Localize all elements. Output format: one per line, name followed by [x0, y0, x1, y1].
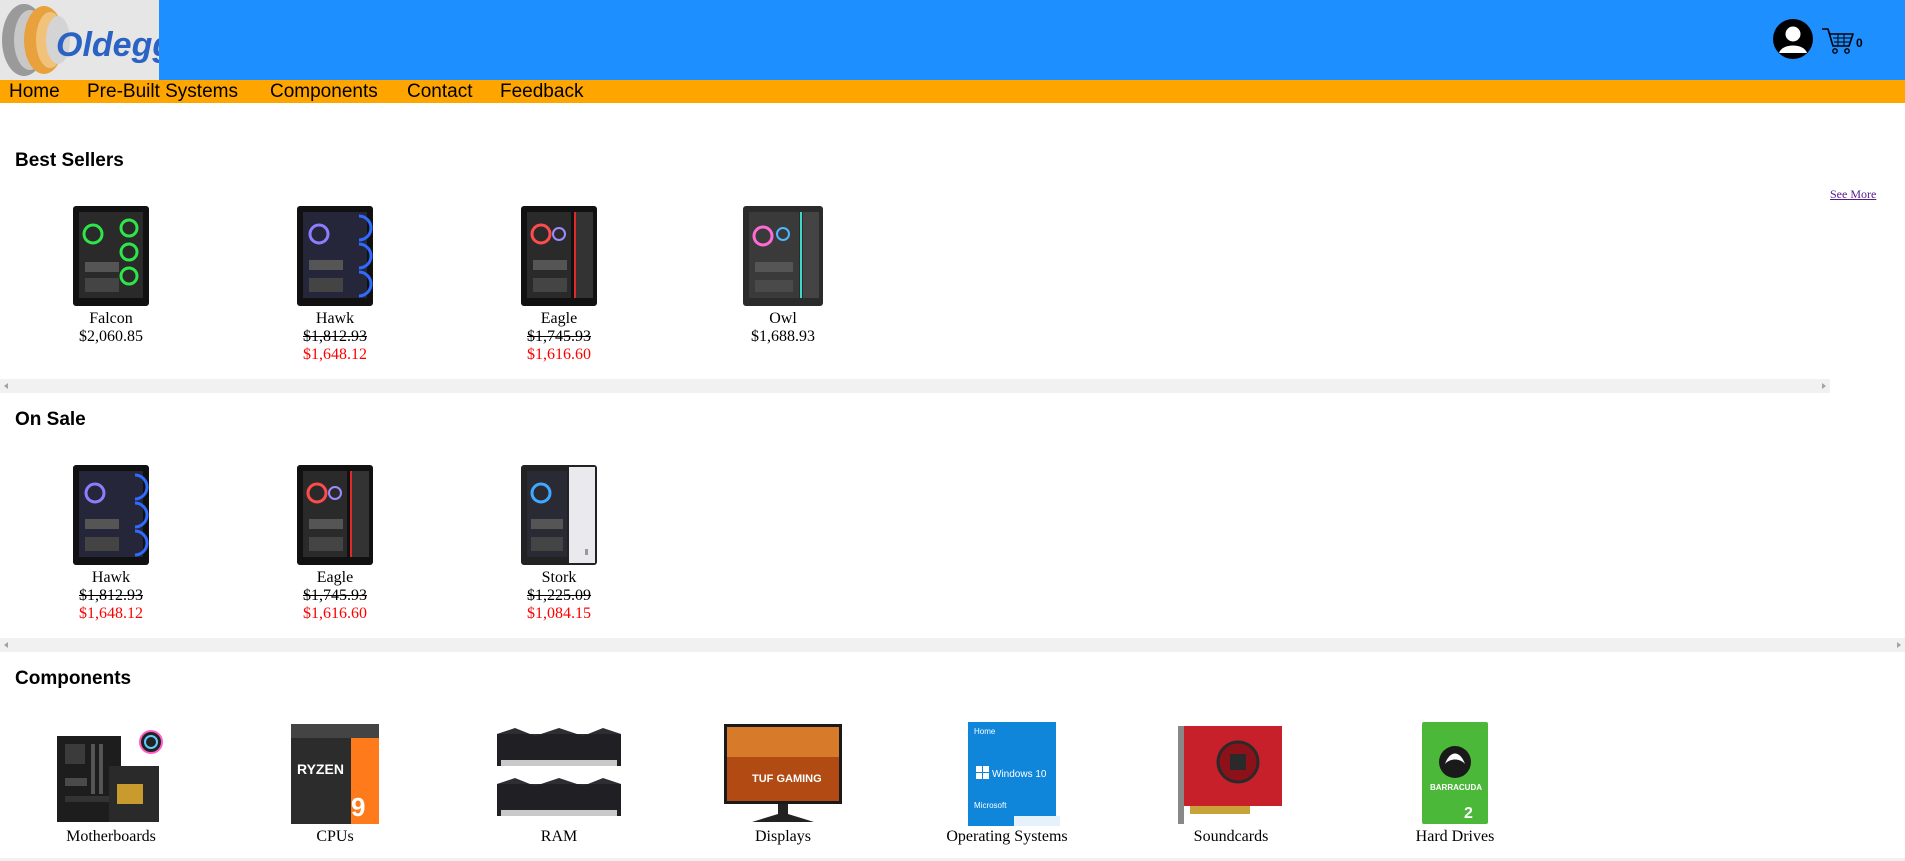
product-old-price: $1,225.09: [527, 587, 591, 604]
on-sale-title: On Sale: [15, 409, 86, 430]
product-image: [31, 462, 191, 567]
component-image: [474, 718, 644, 826]
main-nav: Home Pre-Built Systems Components Contac…: [0, 80, 1905, 103]
best-sellers-scrollbar[interactable]: [0, 379, 1830, 393]
product-image: [255, 203, 415, 308]
product-price: $2,060.85: [79, 328, 143, 345]
os-box-bottom-text: Microsoft: [974, 801, 1007, 810]
product-sale-price: $1,616.60: [527, 346, 591, 363]
product-name: Hawk: [315, 310, 355, 327]
nav-pre-built-systems[interactable]: Pre-Built Systems: [87, 80, 238, 103]
component-card-displays[interactable]: TUF GAMING Displays: [698, 718, 868, 846]
soundcard-image: [1178, 726, 1282, 824]
os-box-top-text: Home: [974, 727, 996, 736]
scroll-right-arrow-icon[interactable]: [1822, 383, 1826, 389]
component-image: TUF GAMING: [698, 718, 868, 826]
product-card[interactable]: Hawk $1,812.93 $1,648.12: [31, 462, 191, 623]
product-name: Falcon: [89, 310, 133, 327]
pc-case-image: [521, 465, 597, 565]
logo-graphic: Oldegg: [0, 0, 159, 80]
component-name: CPUs: [316, 828, 354, 845]
monitor-image: TUF GAMING: [724, 724, 842, 822]
svg-text:2: 2: [1464, 805, 1473, 822]
site-logo[interactable]: Oldegg: [0, 0, 159, 80]
pc-case-image: [73, 465, 149, 565]
best-sellers-title: Best Sellers: [15, 150, 124, 171]
hard-drive-box-image: BARRACUDA 2: [1422, 722, 1488, 824]
motherboard-image: [57, 730, 163, 822]
product-card[interactable]: Hawk $1,812.93 $1,648.12: [255, 203, 415, 364]
monitor-screen-text: TUF GAMING: [752, 773, 822, 785]
component-image: [1146, 718, 1316, 826]
product-image: [703, 203, 863, 308]
see-more-link[interactable]: See More: [1830, 187, 1876, 202]
component-name: RAM: [540, 828, 578, 845]
cpu-box-image: RYZEN 9: [291, 724, 379, 824]
product-old-price: $1,745.93: [303, 587, 367, 604]
pc-case-image: [73, 206, 149, 306]
component-image: [26, 718, 196, 826]
product-old-price: $1,745.93: [527, 328, 591, 345]
nav-feedback[interactable]: Feedback: [500, 80, 583, 103]
product-old-price: $1,812.93: [303, 328, 367, 345]
product-image: [31, 203, 191, 308]
product-card[interactable]: Falcon $2,060.85: [31, 203, 191, 346]
cart-count-badge: 0: [1856, 36, 1863, 50]
component-name: Motherboards: [66, 828, 156, 845]
component-card-motherboards[interactable]: Motherboards: [26, 718, 196, 846]
product-sale-price: $1,648.12: [303, 346, 367, 363]
product-card[interactable]: Owl $1,688.93: [703, 203, 863, 346]
component-card-ram[interactable]: RAM: [474, 718, 644, 846]
windows-box-image: Home Windows 10 Microsoft: [968, 722, 1060, 826]
product-image: [479, 462, 639, 567]
scroll-right-arrow-icon[interactable]: [1897, 642, 1901, 648]
svg-text:9: 9: [351, 792, 365, 822]
component-name: Operating Systems: [946, 828, 1068, 845]
cpu-box-text: RYZEN: [297, 761, 344, 777]
scroll-left-arrow-icon[interactable]: [4, 642, 8, 648]
component-name: Soundcards: [1193, 828, 1269, 845]
os-box-title-text: Windows 10: [992, 769, 1047, 780]
component-image: RYZEN 9: [250, 718, 420, 826]
site-header: Oldegg 0: [0, 0, 1905, 80]
component-name: Hard Drives: [1415, 828, 1495, 845]
product-sale-price: $1,648.12: [79, 605, 143, 622]
nav-home[interactable]: Home: [9, 80, 60, 103]
product-old-price: $1,812.93: [79, 587, 143, 604]
ram-sticks-image: [497, 728, 621, 816]
component-name: Displays: [755, 828, 811, 845]
components-title: Components: [15, 668, 132, 689]
pc-case-image: [521, 206, 597, 306]
pc-case-image: [297, 465, 373, 565]
product-name: Owl: [769, 310, 797, 327]
nav-components[interactable]: Components: [270, 80, 378, 103]
product-card[interactable]: Eagle $1,745.93 $1,616.60: [479, 203, 639, 364]
hdd-box-text: BARRACUDA: [1430, 783, 1482, 792]
pc-case-image: [297, 206, 373, 306]
component-card-hard-drives[interactable]: BARRACUDA 2 Hard Drives: [1370, 718, 1540, 846]
component-image: Home Windows 10 Microsoft: [922, 718, 1092, 826]
user-avatar-icon[interactable]: [1772, 18, 1814, 60]
product-name: Eagle: [540, 310, 578, 327]
component-image: BARRACUDA 2: [1370, 718, 1540, 826]
logo-text: Oldegg: [56, 26, 159, 64]
product-name: Stork: [541, 569, 577, 586]
pc-case-image: [743, 206, 823, 306]
nav-contact[interactable]: Contact: [407, 80, 472, 103]
on-sale-scrollbar[interactable]: [0, 638, 1905, 652]
component-card-soundcards[interactable]: Soundcards: [1146, 718, 1316, 846]
product-image: [479, 203, 639, 308]
product-card[interactable]: Eagle $1,745.93 $1,616.60: [255, 462, 415, 623]
component-card-cpus[interactable]: RYZEN 9 CPUs: [250, 718, 420, 846]
product-name: Eagle: [316, 569, 354, 586]
product-card[interactable]: Stork $1,225.09 $1,084.15: [479, 462, 639, 623]
product-price: $1,688.93: [751, 328, 815, 345]
product-sale-price: $1,616.60: [303, 605, 367, 622]
scroll-left-arrow-icon[interactable]: [4, 383, 8, 389]
component-card-operating-systems[interactable]: Home Windows 10 Microsoft Operating Syst…: [922, 718, 1092, 846]
product-name: Hawk: [91, 569, 131, 586]
product-image: [255, 462, 415, 567]
product-sale-price: $1,084.15: [527, 605, 591, 622]
